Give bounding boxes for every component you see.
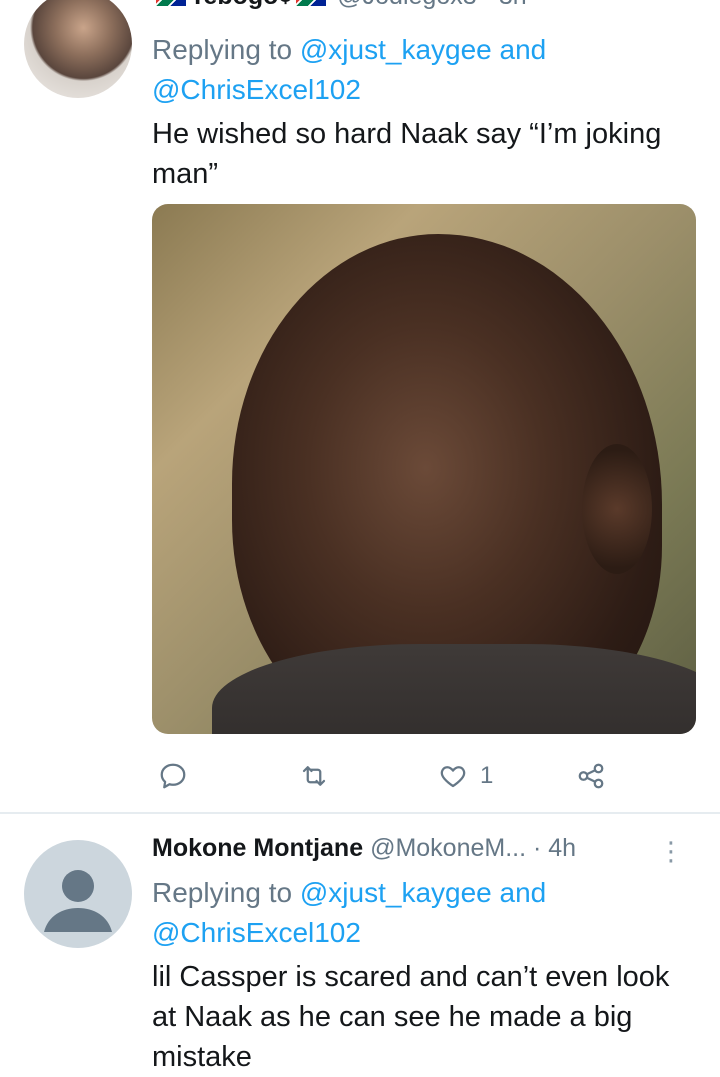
author-name[interactable]: Mokone Montjane [152,834,363,862]
default-avatar-icon [44,870,112,932]
timestamp[interactable]: · 3h [484,0,527,10]
retweet-button[interactable] [298,756,330,796]
mention-link[interactable]: @ChrisExcel102 [152,74,361,105]
author-handle[interactable]: @Jodiegox3 [337,0,476,10]
mention-link[interactable]: @xjust_kaygee [300,34,492,65]
reply-button[interactable] [158,756,188,796]
tweet-text: He wished so hard Naak say “I’m joking m… [152,118,662,190]
retweet-icon [298,761,330,791]
replying-and[interactable]: and [500,34,547,65]
image-ear-shape [582,444,652,574]
south-africa-flag-icon [296,0,327,7]
tweet-header: Tebogo¢ @Jodiegox3 · 3h [152,0,700,22]
replying-prefix: Replying to [152,34,293,65]
south-africa-flag-icon [156,0,186,7]
reply-icon [158,761,188,791]
replying-to: Replying to @xjust_kaygee and @ChrisExce… [152,30,546,110]
share-button[interactable] [576,756,606,796]
replying-prefix: Replying to [152,877,293,908]
author-name-suffix: ¢ [278,0,292,10]
like-button[interactable]: 1 [438,756,493,796]
replying-to: Replying to @xjust_kaygee and @ChrisExce… [152,873,546,953]
avatar[interactable] [24,840,132,948]
tweet-image[interactable] [152,204,696,734]
author-handle[interactable]: @MokoneM... [370,834,526,862]
author-name[interactable]: Tebogo [190,0,278,10]
mention-link[interactable]: @ChrisExcel102 [152,917,361,948]
tweet-header: Mokone Montjane @MokoneM... · 4h [152,834,700,874]
mention-link[interactable]: @xjust_kaygee [300,877,492,908]
share-icon [576,761,606,791]
like-count: 1 [480,762,494,789]
timestamp[interactable]: · 4h [533,834,576,862]
tweet-text: lil Cassper is scared and can’t even loo… [152,961,670,1073]
tweet-actions: 1 [152,756,632,796]
more-options-icon[interactable]: ⋮ [658,838,684,864]
replying-and[interactable]: and [500,877,547,908]
tweet[interactable]: Tebogo¢ @Jodiegox3 · 3h Replying to @xju… [0,0,720,812]
avatar[interactable] [24,0,132,98]
like-icon [438,761,468,791]
